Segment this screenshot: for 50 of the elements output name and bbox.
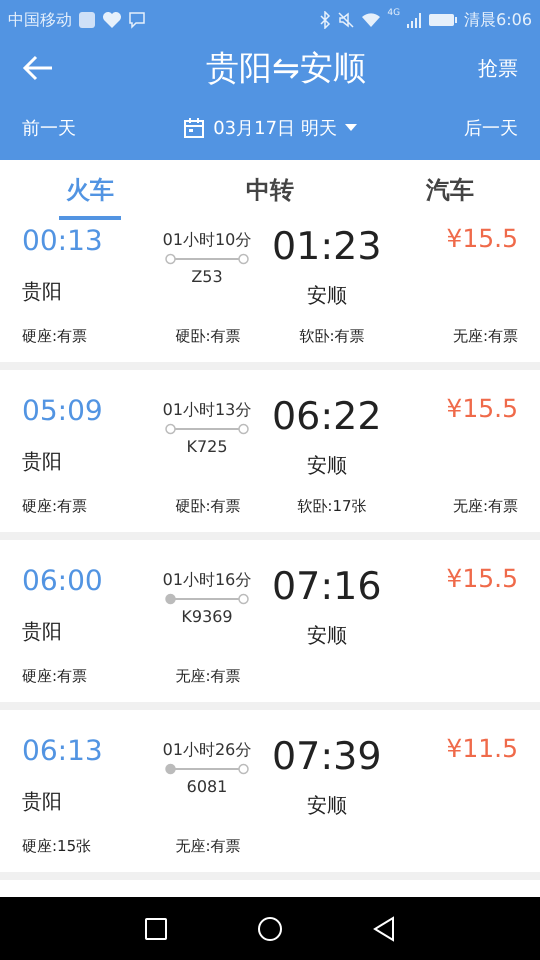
tab[interactable]: 中转 <box>180 160 360 220</box>
seat-availability: 无座:有票 <box>174 667 242 686</box>
train-number: K9369 <box>181 607 233 626</box>
seat-availability: 硬卧:有票 <box>174 497 242 516</box>
arrival-time: 07:16 <box>271 564 383 608</box>
train-number: Z53 <box>191 267 223 286</box>
departure-station: 贵阳 <box>22 448 63 475</box>
seat-availability: 硬座:有票 <box>22 497 88 516</box>
departure-time: 06:00 <box>22 564 104 599</box>
price: ¥15.5 <box>445 564 518 595</box>
tab[interactable]: 汽车 <box>360 160 540 220</box>
price: ¥15.5 <box>445 224 518 255</box>
arrival-time: 01:23 <box>271 224 383 268</box>
price: ¥11.5 <box>445 734 518 765</box>
departure-time: 05:09 <box>22 394 104 429</box>
arrival-time: 06:22 <box>271 394 383 438</box>
train-number: 6081 <box>186 777 228 796</box>
train-card[interactable]: 06:13 01小时26分 6081 07:39 ¥11.5 贵阳 安顺 硬座:15张 无座:有票 <box>0 710 540 872</box>
carrier-name: 中国移动 <box>8 10 72 30</box>
seat-availability: 硬座:有票 <box>22 327 88 346</box>
train-number: K725 <box>186 437 228 456</box>
arrival-station: 安顺 <box>306 452 348 479</box>
duration: 01小时16分 <box>162 570 252 591</box>
arrival-station: 安顺 <box>306 622 348 649</box>
price: ¥15.5 <box>445 394 518 425</box>
seat-availability: 硬卧:有票 <box>174 327 242 346</box>
departure-station: 贵阳 <box>22 788 63 815</box>
departure-station: 贵阳 <box>22 278 63 305</box>
train-card[interactable]: 06:00 01小时16分 K9369 07:16 ¥15.5 贵阳 安顺 硬座:有票 无座:有票 <box>0 540 540 702</box>
arrival-station: 安顺 <box>306 792 348 819</box>
seat-availability: 软卧:17张 <box>296 497 368 516</box>
seat-availability: 软卧:有票 <box>298 327 366 346</box>
seat-availability: 无座:有票 <box>174 837 242 856</box>
route-title: 贵阳⇋安顺 <box>205 46 367 88</box>
duration: 01小时13分 <box>162 400 252 421</box>
departure-time: 00:13 <box>22 224 104 259</box>
seat-availability: 无座:有票 <box>452 497 518 516</box>
train-row[interactable]: 00:13 01小时10分 Z53 01:23 ¥15.5 贵阳 安顺 硬座:有票 硬卧:有票 软卧:有票 无座:有票 <box>0 220 540 362</box>
duration: 01小时26分 <box>162 740 252 761</box>
network-label: 4G <box>387 8 400 18</box>
train-card[interactable]: 05:09 01小时13分 K725 06:22 ¥15.5 贵阳 安顺 硬座:有票 硬卧:有票 软卧:17张 无座:有票 <box>0 370 540 532</box>
duration: 01小时10分 <box>162 230 252 251</box>
arrival-time: 07:39 <box>271 734 383 778</box>
seat-availability: 硬座:有票 <box>22 667 88 686</box>
arrival-station: 安顺 <box>306 282 348 309</box>
seat-availability: 硬座:15张 <box>22 837 92 856</box>
seat-availability: 无座:有票 <box>452 327 518 346</box>
clock: 清晨6:06 <box>464 10 532 30</box>
departure-station: 贵阳 <box>22 618 63 645</box>
departure-time: 06:13 <box>22 734 104 769</box>
